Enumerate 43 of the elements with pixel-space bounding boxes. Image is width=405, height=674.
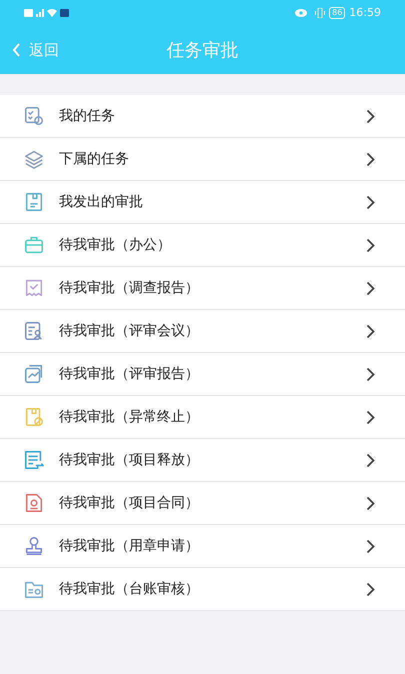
menu-label: 待我审批（评审会议） [59, 322, 200, 340]
vibrate-icon [315, 8, 326, 18]
chevron-icon [366, 280, 375, 296]
menu-label: 我发出的审批 [59, 192, 144, 212]
menu-item[interactable]: 待我审批（项目合同） [0, 482, 405, 525]
chevron-icon [366, 366, 375, 382]
chevron-icon [366, 108, 375, 124]
chevron-icon [366, 452, 375, 468]
menu-label: 待我审批（台账审核） [59, 580, 200, 598]
menu-item[interactable]: 我的任务 [0, 95, 405, 138]
battery-level: 86 [329, 7, 346, 19]
menu-item[interactable]: 待我审批（台账审核） [0, 568, 405, 611]
chevron-icon [366, 496, 375, 510]
chevron-icon [366, 538, 375, 554]
menu-label: 待我审批（异常终止） [59, 408, 200, 426]
page-title: 任务审批 [166, 38, 238, 62]
menu-item[interactable]: 待我审批（办公） [0, 224, 405, 267]
eye-icon [295, 9, 308, 17]
menu-item[interactable]: 待我审批（异常终止） [0, 396, 405, 439]
menu-label: 待我审批（用章申请） [59, 536, 200, 556]
menu-label: 待我审批（办公） [59, 236, 172, 254]
chevron-icon [366, 194, 375, 210]
menu-item[interactable]: 下属的任务 [0, 138, 405, 181]
menu-item[interactable]: 待我审批（调查报告） [0, 267, 405, 310]
chevron-icon [366, 152, 375, 166]
menu-item[interactable]: 待我审批（评审会议） [0, 310, 405, 353]
menu-item[interactable]: 待我审批（用章申请） [0, 525, 405, 568]
menu-item[interactable]: 我发出的审批 [0, 181, 405, 224]
back-icon [12, 43, 21, 57]
menu-label: 待我审批（调查报告） [59, 278, 200, 298]
menu-label: 待我审批（评审报告） [59, 364, 200, 384]
chevron-icon [366, 410, 375, 424]
menu-item[interactable]: 待我审批（项目释放） [0, 439, 405, 482]
chevron-icon [366, 582, 375, 596]
chevron-icon [366, 324, 375, 338]
menu-label: 下属的任务 [59, 150, 130, 168]
menu-label: 待我审批（项目释放） [59, 450, 200, 470]
chevron-icon [366, 238, 375, 252]
clock: 16:59 [349, 4, 381, 21]
menu-label: 待我审批（项目合同） [59, 494, 200, 512]
signal-icons-drawing [24, 8, 70, 18]
menu-label: 我的任务 [59, 106, 116, 126]
menu-item[interactable]: 待我审批（评审报告） [0, 353, 405, 396]
